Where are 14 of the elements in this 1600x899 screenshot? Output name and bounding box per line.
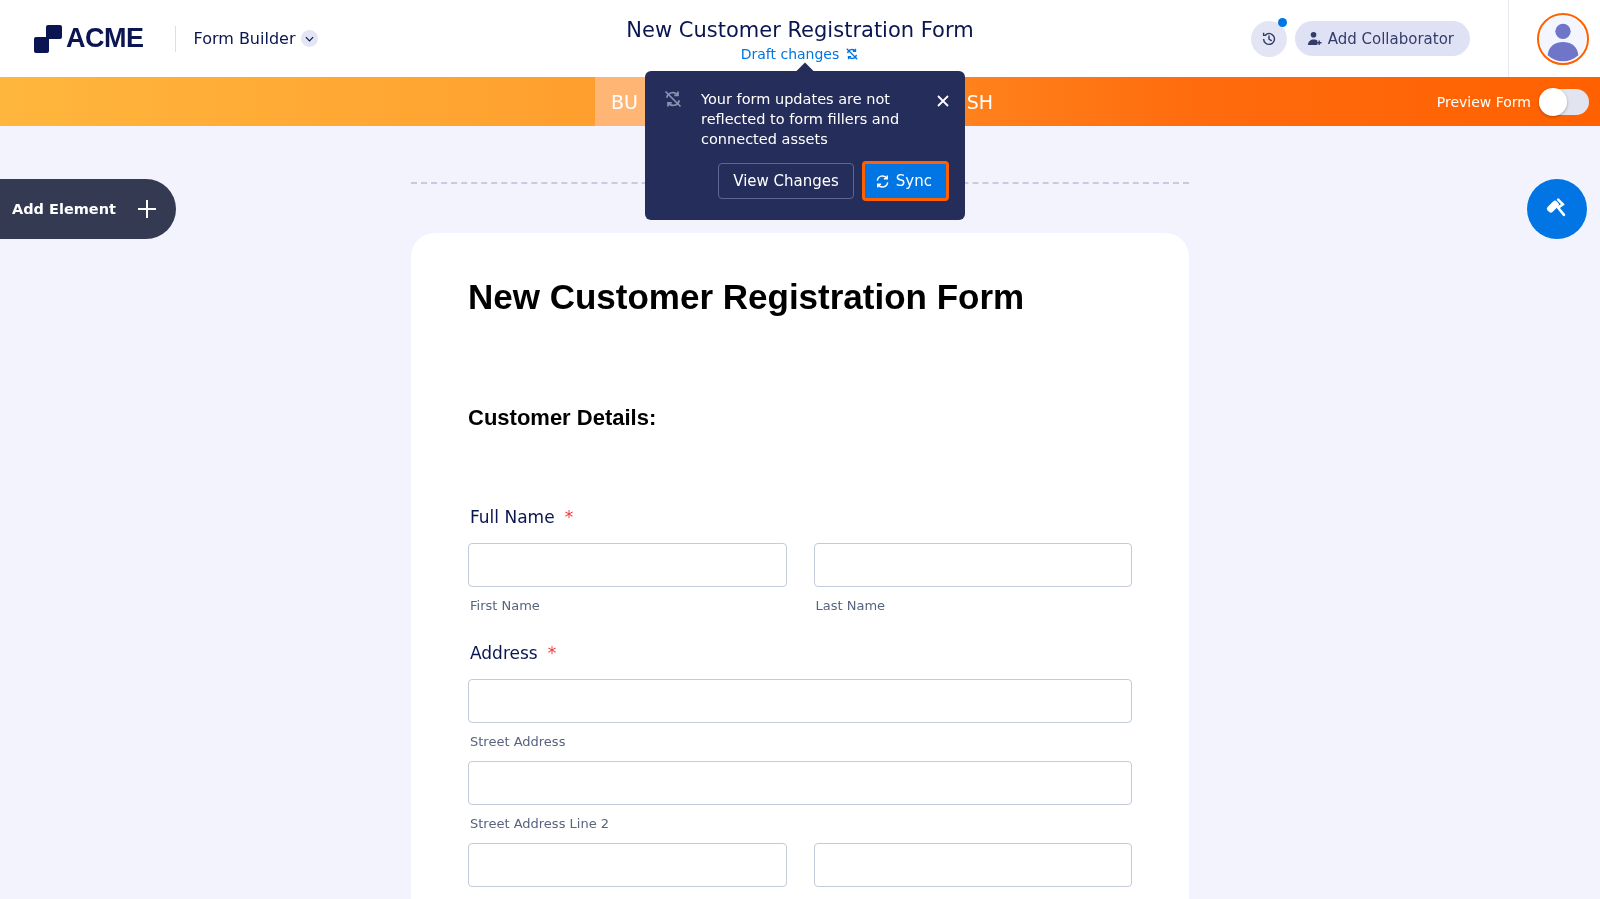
input-sublabel: Street Address [469, 734, 567, 749]
required-mark: * [547, 643, 557, 663]
preview-form-label: Preview Form [1436, 93, 1531, 110]
input-sublabel: Last Name [814, 598, 887, 613]
input-sublabel: First Name [469, 598, 541, 613]
field-label: Full Name [470, 507, 555, 527]
popover-message: Your form updates are not reflected to form fillers and connected assets [701, 90, 901, 149]
form-title: New Customer Registration Form [626, 18, 974, 42]
logo-text: ACME [66, 23, 144, 54]
section-heading: Customer Details: [468, 405, 658, 431]
form-heading: New Customer Registration Form [468, 277, 1026, 317]
field-label: Address [470, 643, 538, 663]
required-mark: * [564, 507, 574, 527]
input-sublabel: Street Address Line 2 [469, 816, 611, 831]
